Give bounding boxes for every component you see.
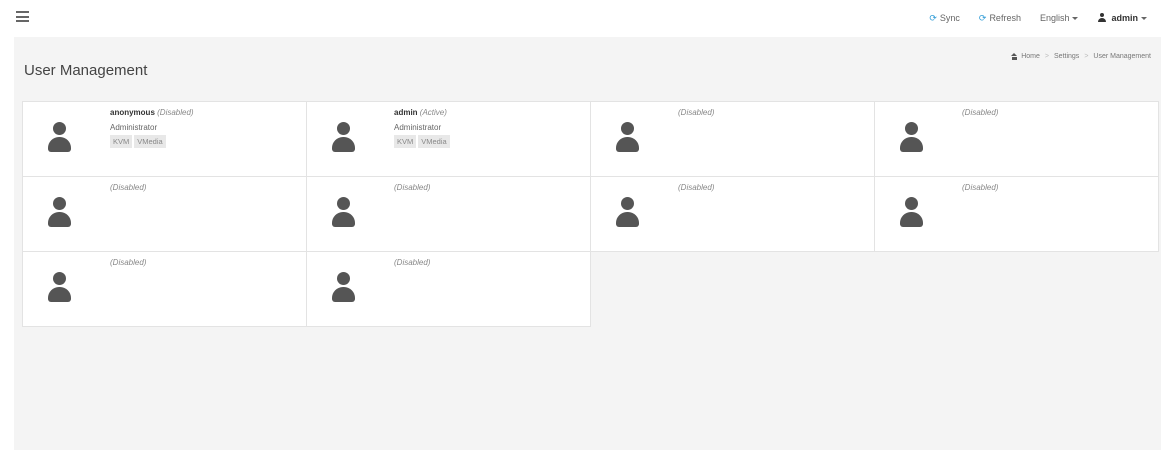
privilege-tag: VMedia [134, 135, 166, 148]
refresh-icon: ⟳ [978, 12, 987, 23]
user-privilege-tags: KVM VMedia [110, 135, 194, 148]
user-avatar-icon [898, 197, 924, 231]
user-status: (Disabled) [110, 183, 147, 192]
caret-down-icon [1141, 16, 1147, 20]
user-info: (Disabled) [394, 257, 430, 268]
user-status: (Disabled) [962, 108, 999, 117]
sync-label: Sync [939, 13, 960, 23]
user-avatar-icon [330, 122, 356, 156]
sync-button[interactable]: ⟳ Sync [929, 13, 960, 24]
user-privilege-tags: KVM VMedia [394, 135, 452, 148]
user-status: (Disabled) [394, 183, 431, 192]
privilege-tag: KVM [394, 135, 417, 148]
user-status: (Disabled) [678, 108, 715, 117]
sync-icon: ⟳ [929, 12, 937, 23]
breadcrumb-home[interactable]: Home [1021, 53, 1040, 60]
user-status: (Disabled) [678, 183, 715, 192]
page-title: User Management [24, 62, 148, 79]
top-navbar: ⟳ Sync ⟳ Refresh English admin [0, 0, 1161, 36]
user-avatar-icon [614, 197, 640, 231]
main-content: User Management Home > Settings > User M… [14, 37, 1161, 450]
refresh-button[interactable]: ⟳ Refresh [979, 13, 1021, 24]
user-card[interactable]: (Disabled) [590, 101, 875, 177]
user-avatar-icon [898, 122, 924, 156]
user-status: (Disabled) [110, 258, 147, 267]
user-avatar-icon [46, 272, 72, 306]
user-info: admin (Active) Administrator KVM VMedia [394, 107, 452, 148]
user-title-line: (Disabled) [394, 182, 430, 193]
caret-down-icon [1072, 16, 1079, 20]
user-name: admin [394, 108, 418, 117]
hamburger-menu-icon[interactable] [16, 11, 29, 22]
user-card[interactable]: (Disabled) [306, 251, 591, 327]
user-role: Administrator [394, 123, 442, 132]
user-info: (Disabled) [678, 107, 714, 118]
user-status: (Disabled) [394, 258, 431, 267]
user-role: Administrator [110, 123, 158, 132]
user-dropdown[interactable]: admin [1097, 13, 1147, 23]
user-info: (Disabled) [394, 182, 430, 193]
user-status: (Disabled) [962, 183, 999, 192]
user-card[interactable]: admin (Active) Administrator KVM VMedia [306, 101, 591, 177]
user-title-line: (Disabled) [678, 107, 714, 118]
user-title-line: (Disabled) [394, 257, 430, 268]
user-title-line: (Disabled) [678, 182, 714, 193]
user-title-line: anonymous (Disabled) [110, 107, 194, 118]
privilege-tag: VMedia [418, 135, 450, 148]
user-card[interactable]: (Disabled) [306, 176, 591, 252]
user-title-line: (Disabled) [962, 107, 998, 118]
user-title-line: (Disabled) [110, 182, 146, 193]
user-info: (Disabled) [962, 182, 998, 193]
user-info: (Disabled) [962, 107, 998, 118]
user-avatar-icon [46, 122, 72, 156]
user-label: admin [1111, 13, 1138, 23]
breadcrumb: Home > Settings > User Management [1011, 53, 1151, 60]
user-name: anonymous [110, 108, 155, 117]
user-cards-grid: anonymous (Disabled) Administrator KVM VMed… [22, 101, 1159, 327]
home-icon [1011, 53, 1018, 60]
user-card[interactable]: (Disabled) [874, 101, 1159, 177]
user-avatar-icon [614, 122, 640, 156]
user-card[interactable]: (Disabled) [874, 176, 1159, 252]
user-info: (Disabled) [678, 182, 714, 193]
user-card[interactable]: anonymous (Disabled) Administrator KVM VMed… [22, 101, 307, 177]
user-title-line: (Disabled) [110, 257, 146, 268]
user-status: (Disabled) [157, 108, 194, 117]
user-card[interactable]: (Disabled) [590, 176, 875, 252]
user-title-line: (Disabled) [962, 182, 998, 193]
top-nav-links: ⟳ Sync ⟳ Refresh English admin [910, 0, 1147, 36]
user-info: (Disabled) [110, 182, 146, 193]
privilege-tag: KVM [110, 135, 133, 148]
user-info: anonymous (Disabled) Administrator KVM VMed… [110, 107, 194, 148]
breadcrumb-settings[interactable]: Settings [1054, 53, 1079, 60]
user-avatar-icon [330, 272, 356, 306]
user-title-line: admin (Active) [394, 107, 452, 118]
user-avatar-icon [330, 197, 356, 231]
language-dropdown[interactable]: English [1040, 13, 1079, 23]
refresh-label: Refresh [989, 13, 1021, 23]
user-card[interactable]: (Disabled) [22, 251, 307, 327]
user-info: (Disabled) [110, 257, 146, 268]
user-icon [1097, 13, 1107, 23]
breadcrumb-current: User Management [1093, 53, 1151, 60]
user-status: (Active) [419, 108, 447, 117]
user-avatar-icon [46, 197, 72, 231]
user-card[interactable]: (Disabled) [22, 176, 307, 252]
language-label: English [1039, 13, 1070, 23]
